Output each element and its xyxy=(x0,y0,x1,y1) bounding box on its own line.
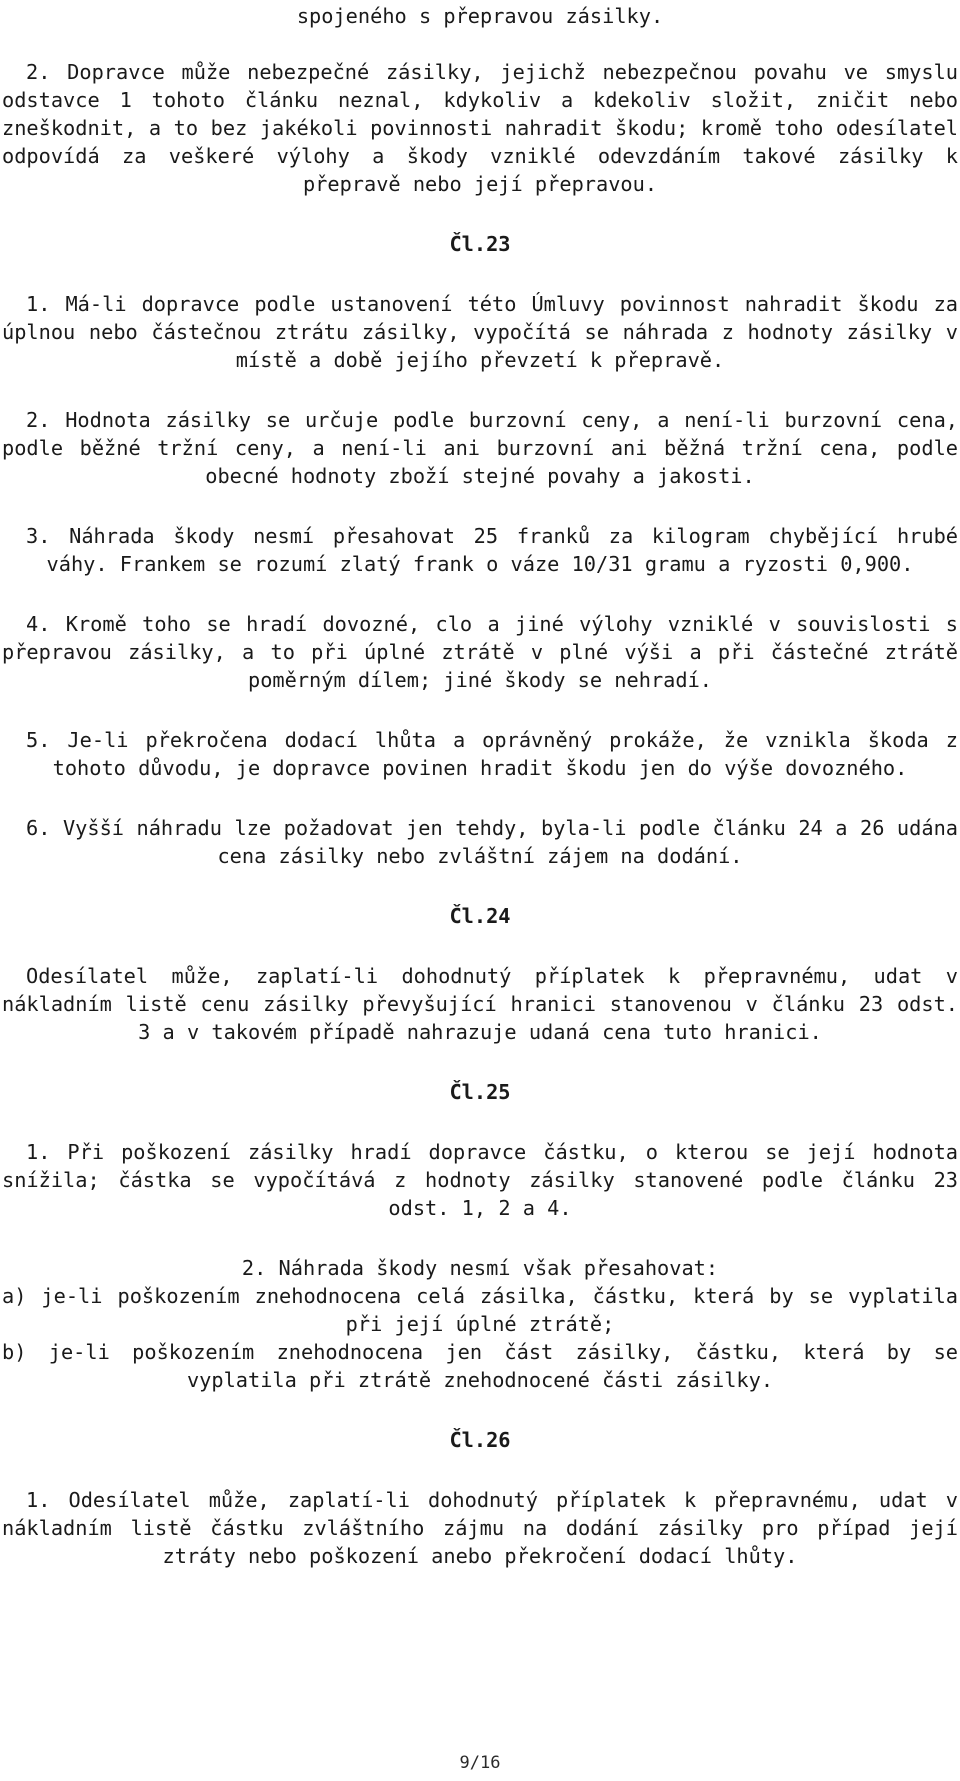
list-item-b: b) je-li poškozením znehodnocena jen čás… xyxy=(2,1340,958,1392)
heading-article-26: Čl.26 xyxy=(449,1428,511,1452)
paragraph-article23-item5: 5. Je-li překročena dodací lhůta a opráv… xyxy=(26,728,958,780)
page-number-footer: 9/16 xyxy=(459,1753,501,1773)
paragraph-article23-item6: 6. Vyšší náhradu lze požadovat jen tehdy… xyxy=(26,816,958,868)
paragraph-article22-item2: 2. Dopravce může nebezpečné zásilky, jej… xyxy=(2,60,958,196)
paragraph-article23-item3: 3. Náhrada škody nesmí přesahovat 25 fra… xyxy=(26,524,958,576)
paragraph-intro-tail: spojeného s přepravou zásilky. xyxy=(296,4,664,28)
heading-article-23: Čl.23 xyxy=(449,232,511,256)
paragraph-article26-item1: 1. Odesílatel může, zaplatí-li dohodnutý… xyxy=(2,1488,958,1568)
paragraph-article25-item2-lead: 2. Náhrada škody nesmí však přesahovat: xyxy=(241,1256,719,1280)
paragraph-article23-item4: 4. Kromě toho se hradí dovozné, clo a ji… xyxy=(2,612,958,692)
heading-article-24: Čl.24 xyxy=(449,904,511,928)
page-content: spojeného s přepravou zásilky. 2. Doprav… xyxy=(2,2,958,1570)
paragraph-article23-item1: 1. Má-li dopravce podle ustanovení této … xyxy=(2,292,958,372)
document-page: spojeného s přepravou zásilky. 2. Doprav… xyxy=(0,0,960,1781)
paragraph-article24-body: Odesílatel může, zaplatí-li dohodnutý př… xyxy=(2,964,958,1044)
heading-article-25: Čl.25 xyxy=(449,1080,511,1104)
paragraph-article23-item2: 2. Hodnota zásilky se určuje podle burzo… xyxy=(2,408,958,488)
list-item-a: a) je-li poškozením znehodnocena celá zá… xyxy=(2,1284,958,1336)
paragraph-article25-item1: 1. Při poškození zásilky hradí dopravce … xyxy=(2,1140,958,1220)
